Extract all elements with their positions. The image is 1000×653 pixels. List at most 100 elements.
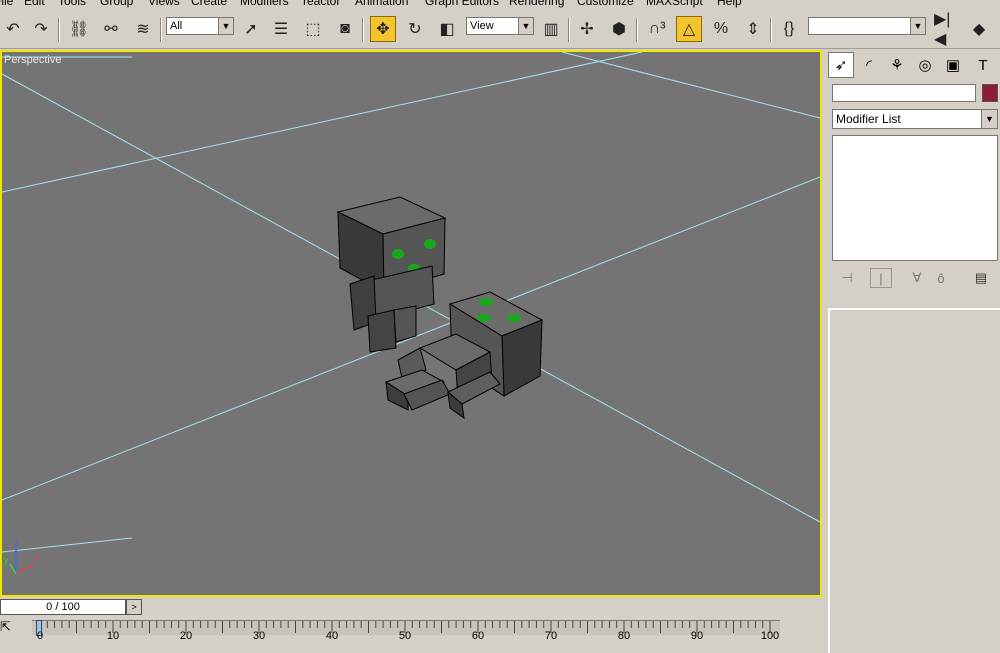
- display-tab-icon[interactable]: ▣: [940, 52, 966, 78]
- tick-label: 90: [690, 630, 704, 642]
- menu-file[interactable]: File: [0, 0, 13, 8]
- configure-modifier-sets-icon[interactable]: ▤: [970, 268, 992, 288]
- spinner-snap-icon[interactable]: ⇕: [740, 16, 766, 42]
- time-slider[interactable]: 0 / 100 >: [0, 598, 822, 616]
- selection-filter-dropdown[interactable]: All ▼: [166, 17, 234, 35]
- toolbar-separator: [636, 18, 638, 42]
- menu-customize[interactable]: Customize: [577, 0, 634, 8]
- keyboard-shortcut-icon[interactable]: ⬢: [606, 16, 632, 42]
- menu-create[interactable]: Create: [191, 0, 227, 8]
- unlink-icon[interactable]: ⚯: [98, 16, 124, 42]
- show-end-result-icon[interactable]: |: [870, 268, 892, 288]
- menu-modifiers[interactable]: Modifiers: [240, 0, 289, 8]
- bind-space-warp-icon[interactable]: ≋: [130, 16, 156, 42]
- menu-group[interactable]: Group: [100, 0, 133, 8]
- frame-indicator[interactable]: 0 / 100: [0, 599, 126, 615]
- tick-label: 70: [544, 630, 558, 642]
- hierarchy-tab-icon[interactable]: ⚘: [884, 52, 910, 78]
- x-axis: [15, 563, 35, 575]
- robot-eye: [392, 249, 404, 259]
- make-unique-icon[interactable]: ∀: [906, 268, 928, 288]
- snap-3d-icon[interactable]: ∩³: [644, 16, 670, 42]
- viewport-label[interactable]: Perspective: [4, 54, 61, 66]
- remove-modifier-icon[interactable]: ô: [930, 268, 952, 288]
- menu-views[interactable]: Views: [148, 0, 180, 8]
- rotate-icon[interactable]: ↻: [402, 16, 428, 42]
- tick-label: 20: [179, 630, 193, 642]
- menu-rendering[interactable]: Rendering: [509, 0, 564, 8]
- menu-animation[interactable]: Animation: [355, 0, 408, 8]
- robot-eye: [507, 314, 521, 322]
- motion-tab-icon[interactable]: ◎: [912, 52, 938, 78]
- link-icon[interactable]: ⛓: [66, 16, 92, 42]
- angle-snap-icon[interactable]: △: [676, 16, 702, 42]
- modifier-list-dropdown[interactable]: Modifier List ▼: [832, 109, 998, 129]
- chevron-down-icon: ▼: [218, 18, 233, 34]
- tick-label: 60: [471, 630, 485, 642]
- mirror-icon[interactable]: ▶|◀: [934, 11, 960, 48]
- rect-region-icon[interactable]: ⬚: [300, 16, 326, 42]
- modify-tab-icon[interactable]: ◜: [856, 52, 882, 78]
- tick-label: 10: [106, 630, 120, 642]
- named-selection-dropdown[interactable]: ▼: [808, 17, 926, 35]
- toolbar-separator: [770, 18, 772, 42]
- main-toolbar: ↶ ↷ ⛓ ⚯ ≋ All ▼ ➚ ☰ ⬚ ◙ ✥ ↻ ◧ View ▼ ▥ ✢…: [0, 8, 1000, 49]
- robot-mouth: [477, 314, 491, 322]
- chevron-down-icon: ▼: [518, 18, 533, 34]
- tick-label: 80: [617, 630, 631, 642]
- object-color-swatch[interactable]: [982, 84, 998, 102]
- menu-edit[interactable]: Edit: [24, 0, 45, 8]
- perspective-viewport[interactable]: Perspective z x y: [0, 50, 822, 597]
- y-axis: [9, 563, 17, 575]
- move-icon[interactable]: ✥: [370, 16, 396, 42]
- align-icon[interactable]: ◆: [966, 16, 992, 42]
- manipulate-icon[interactable]: ✢: [574, 16, 600, 42]
- robot-leg: [393, 305, 417, 343]
- pin-stack-icon[interactable]: ⊣: [836, 268, 858, 288]
- tick-label: 40: [325, 630, 339, 642]
- toolbar-separator: [58, 18, 60, 42]
- command-panel: ➶ ◜ ⚘ ◎ ▣ T Modifier List ▼ ⊣ | ∀ ô ▤: [826, 50, 1000, 653]
- axis-x-label: x: [35, 553, 40, 563]
- modifier-stack[interactable]: [832, 135, 998, 261]
- percent-snap-icon[interactable]: %: [708, 16, 734, 42]
- window-crossing-icon[interactable]: ◙: [332, 16, 358, 42]
- select-by-name-icon[interactable]: ☰: [268, 16, 294, 42]
- axis-z-label: z: [14, 538, 19, 548]
- modifier-list-label: Modifier List: [836, 112, 901, 126]
- tick-label: 50: [398, 630, 412, 642]
- robot-leg: [367, 309, 397, 353]
- tick-label: 30: [252, 630, 266, 642]
- standing-robot[interactable]: [336, 196, 447, 353]
- robot-eye: [479, 298, 493, 306]
- reference-coord-value: View: [470, 20, 494, 32]
- scale-icon[interactable]: ◧: [434, 16, 460, 42]
- rollout-area: [828, 308, 1000, 653]
- tick-label: 100: [760, 630, 780, 642]
- toolbar-separator: [160, 18, 162, 42]
- menu-bar: File Edit Tools Group Views Create Modif…: [0, 0, 1000, 8]
- menu-maxscript[interactable]: MAXScript: [646, 0, 703, 8]
- menu-help[interactable]: Help: [717, 0, 742, 8]
- menu-graph-editors[interactable]: Graph Editors: [425, 0, 499, 8]
- undo-icon[interactable]: ↶: [0, 16, 26, 42]
- chevron-down-icon: ▼: [981, 110, 997, 128]
- select-icon[interactable]: ➚: [238, 16, 264, 42]
- selection-filter-value: All: [170, 20, 183, 32]
- next-frame-icon[interactable]: >: [126, 599, 142, 615]
- menu-tools[interactable]: Tools: [58, 0, 86, 8]
- utilities-tab-icon[interactable]: T: [970, 52, 996, 78]
- edit-named-sel-icon[interactable]: {}: [776, 16, 802, 42]
- tick-label: 0: [36, 630, 44, 642]
- grid-line: [561, 52, 820, 119]
- pivot-icon[interactable]: ▥: [538, 16, 564, 42]
- chevron-down-icon: ▼: [910, 18, 925, 34]
- create-tab-icon[interactable]: ➶: [828, 52, 854, 78]
- menu-reactor[interactable]: reactor: [303, 0, 340, 8]
- mini-curve-editor-icon[interactable]: ⇱: [0, 620, 18, 636]
- object-name-field[interactable]: [832, 84, 976, 102]
- grid-line: [2, 537, 133, 553]
- track-bar[interactable]: ⇱ 0 10 20 30 40 50 60 70 80 90 100: [0, 616, 822, 653]
- reference-coord-dropdown[interactable]: View ▼: [466, 17, 534, 35]
- redo-icon[interactable]: ↷: [28, 16, 54, 42]
